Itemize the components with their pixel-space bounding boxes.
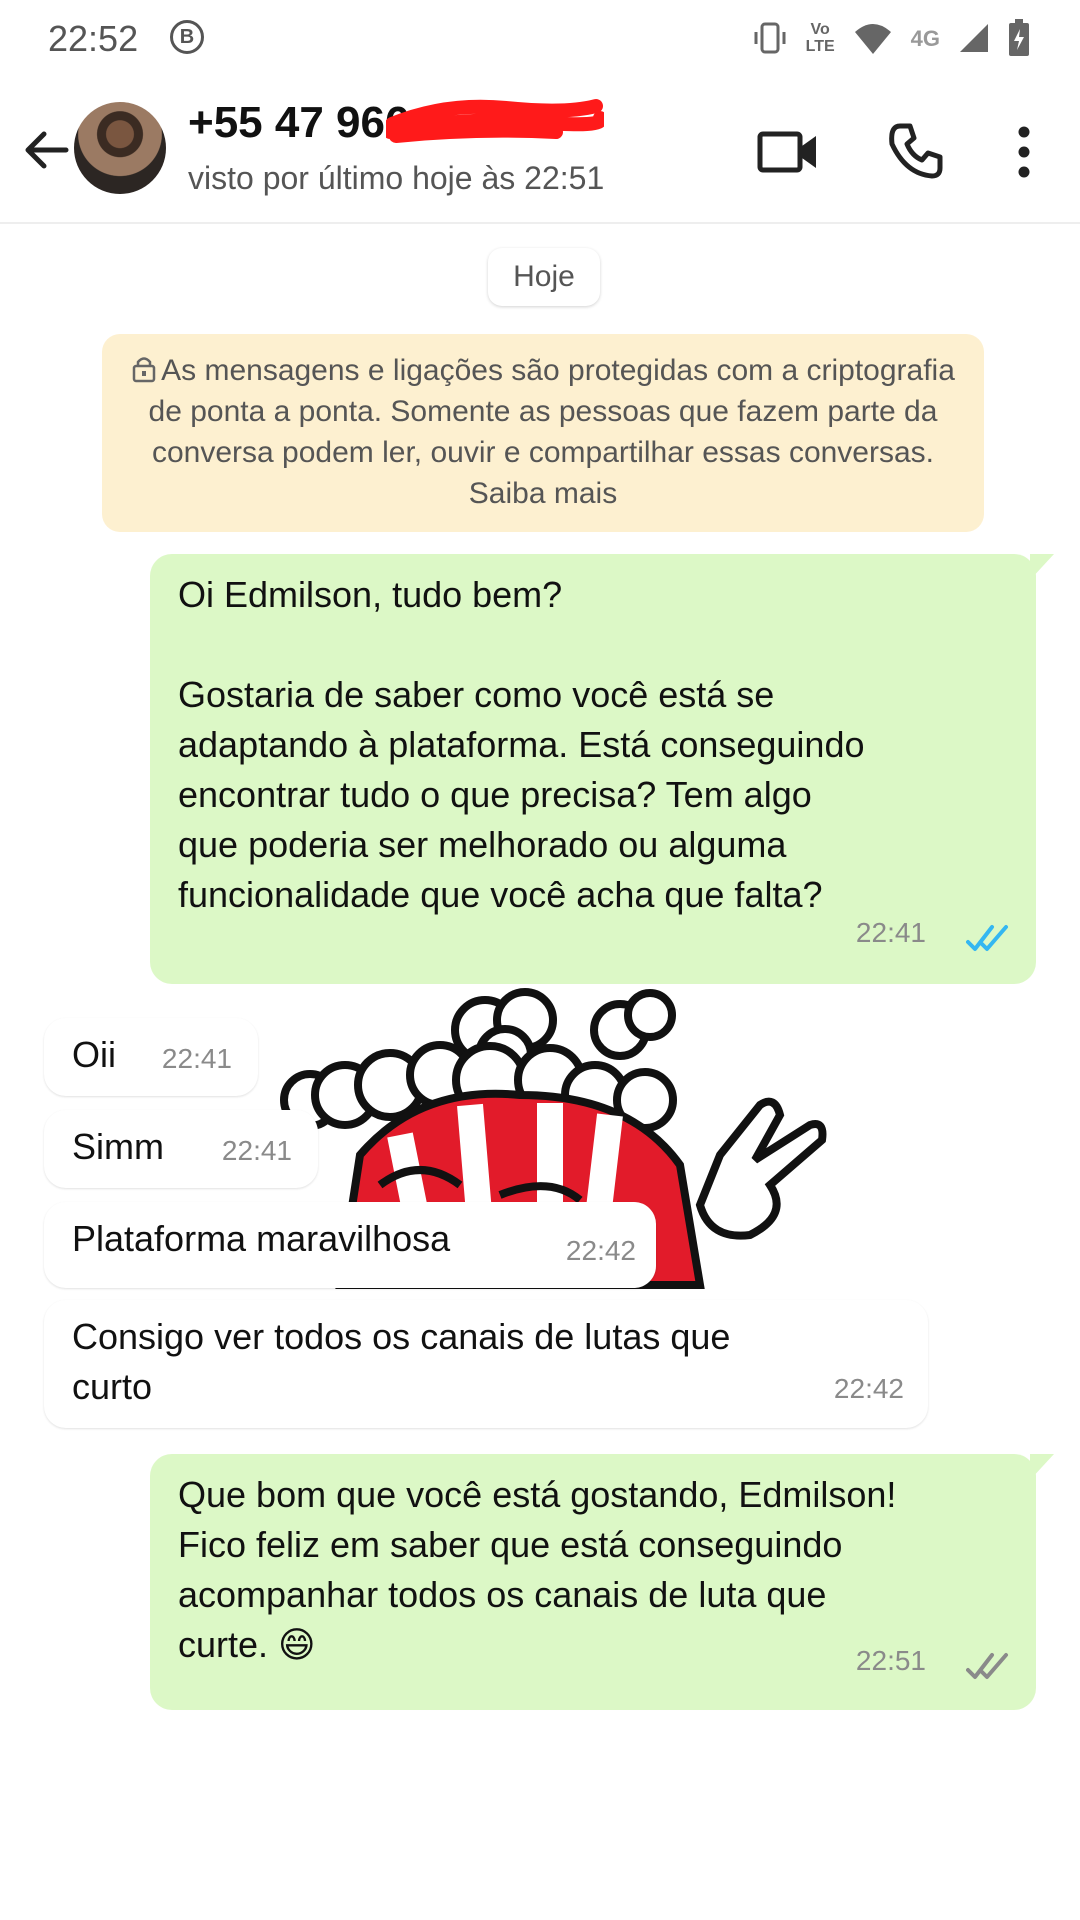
message-bubble-outgoing[interactable]: Que bom que você está gostando, Edmilson… — [150, 1454, 1036, 1710]
date-separator: Hoje — [488, 248, 600, 306]
message-text: Plataforma maravilhosa — [72, 1218, 451, 1259]
message-time: 22:42 — [565, 1235, 636, 1266]
message-bubble-outgoing[interactable]: Oi Edmilson, tudo bem? Gostaria de saber… — [150, 554, 1036, 984]
encryption-notice-text: As mensagens e ligações são protegidas c… — [148, 354, 955, 510]
message-text: Que bom que você está gostando, Edmilson… — [178, 1474, 897, 1665]
contact-name[interactable]: +55 47 966 — [188, 98, 409, 148]
wifi-icon — [854, 24, 891, 54]
avatar[interactable] — [74, 102, 166, 194]
message-text: Oii — [72, 1034, 116, 1075]
message-bubble-incoming[interactable]: Consigo ver todos os canais de lutas que… — [44, 1300, 928, 1428]
signal-icon — [960, 24, 988, 52]
vibrate-icon — [754, 22, 786, 54]
message-bubble-incoming[interactable]: Simm 22:41 — [44, 1110, 318, 1188]
redaction-scribble — [386, 99, 604, 143]
status-bar: 22:52 B Vo LTE 4G — [0, 0, 1080, 80]
delivered-receipt-icon — [966, 1653, 1008, 1679]
volte-indicator: Vo LTE — [805, 21, 835, 55]
message-time: 22:41 — [855, 917, 926, 948]
status-time: 22:52 — [48, 18, 139, 59]
b-notification-icon: B — [170, 20, 204, 54]
message-bubble-incoming[interactable]: Oii 22:41 — [44, 1018, 258, 1096]
message-text: Simm — [72, 1126, 164, 1167]
chat-header: +55 47 966 visto por último hoje às 22:5… — [0, 82, 1080, 224]
lock-icon — [132, 357, 156, 383]
signal-label: 4G — [910, 25, 940, 51]
read-receipt-icon — [966, 925, 1008, 951]
message-bubble-incoming[interactable]: Plataforma maravilhosa 22:42 — [44, 1202, 656, 1288]
message-time: 22:41 — [221, 1135, 292, 1166]
message-text: Oi Edmilson, tudo bem? Gostaria de saber… — [178, 574, 865, 915]
last-seen-status: visto por último hoje às 22:51 — [188, 160, 605, 196]
more-vert-icon[interactable] — [1004, 122, 1044, 182]
video-call-icon[interactable] — [756, 124, 820, 180]
encryption-notice[interactable]: As mensagens e ligações são protegidas c… — [102, 334, 984, 532]
status-icons: Vo LTE 4G — [752, 16, 1030, 60]
back-arrow-icon[interactable] — [18, 122, 74, 178]
message-time: 22:41 — [161, 1043, 232, 1074]
bubble-tail — [1030, 554, 1054, 580]
battery-icon — [1009, 19, 1029, 56]
message-time: 22:42 — [833, 1373, 904, 1404]
bubble-tail — [1030, 1454, 1054, 1480]
message-time: 22:51 — [855, 1645, 926, 1676]
message-text: Consigo ver todos os canais de lutas que… — [72, 1316, 731, 1407]
phone-icon[interactable] — [886, 122, 944, 180]
